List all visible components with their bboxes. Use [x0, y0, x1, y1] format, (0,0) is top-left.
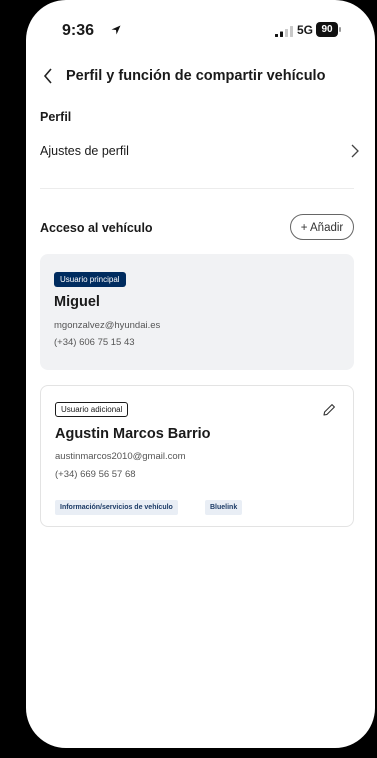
user-name: Miguel — [54, 294, 100, 310]
signal-icon — [275, 26, 293, 37]
user-email: mgonzalvez@hyundai.es — [54, 320, 161, 331]
user-phone: (+34) 669 56 57 68 — [55, 469, 136, 480]
additional-user-card[interactable]: Usuario adicional Agustin Marcos Barrio … — [40, 385, 354, 527]
chevron-right-icon — [351, 144, 359, 158]
battery-tip — [339, 27, 341, 32]
location-arrow-icon — [111, 25, 121, 35]
additional-user-badge: Usuario adicional — [55, 402, 129, 417]
section-divider — [40, 188, 354, 189]
back-button[interactable] — [38, 64, 58, 88]
chevron-left-icon — [43, 68, 52, 84]
service-tag-bluelink: Bluelink — [205, 500, 243, 515]
profile-settings-link[interactable]: Ajustes de perfil — [40, 142, 360, 164]
app-screen: 9:36 5G 90 Perfil y función de compartir… — [26, 0, 375, 748]
user-email: austinmarcos2010@gmail.com — [55, 451, 186, 462]
profile-settings-label: Ajustes de perfil — [40, 144, 129, 158]
access-section-title: Acceso al vehículo — [40, 221, 153, 235]
phone-frame: 9:36 5G 90 Perfil y función de compartir… — [0, 0, 377, 758]
profile-section-title: Perfil — [40, 110, 72, 124]
network-type: 5G — [297, 23, 314, 37]
primary-user-badge: Usuario principal — [54, 272, 126, 287]
status-time: 9:36 — [62, 22, 95, 39]
page-title: Perfil y función de compartir vehículo — [66, 68, 326, 84]
pencil-icon[interactable] — [321, 402, 337, 418]
status-bar: 9:36 5G 90 — [26, 0, 375, 60]
primary-user-card[interactable]: Usuario principal Miguel mgonzalvez@hyun… — [40, 254, 354, 370]
user-name: Agustin Marcos Barrio — [55, 426, 211, 442]
user-phone: (+34) 606 75 15 43 — [54, 337, 135, 348]
battery-icon: 90 — [316, 22, 338, 37]
service-tag-vehicle-info: Información/servicios de vehículo — [55, 500, 178, 515]
add-user-button[interactable]: + Añadir — [290, 214, 354, 240]
